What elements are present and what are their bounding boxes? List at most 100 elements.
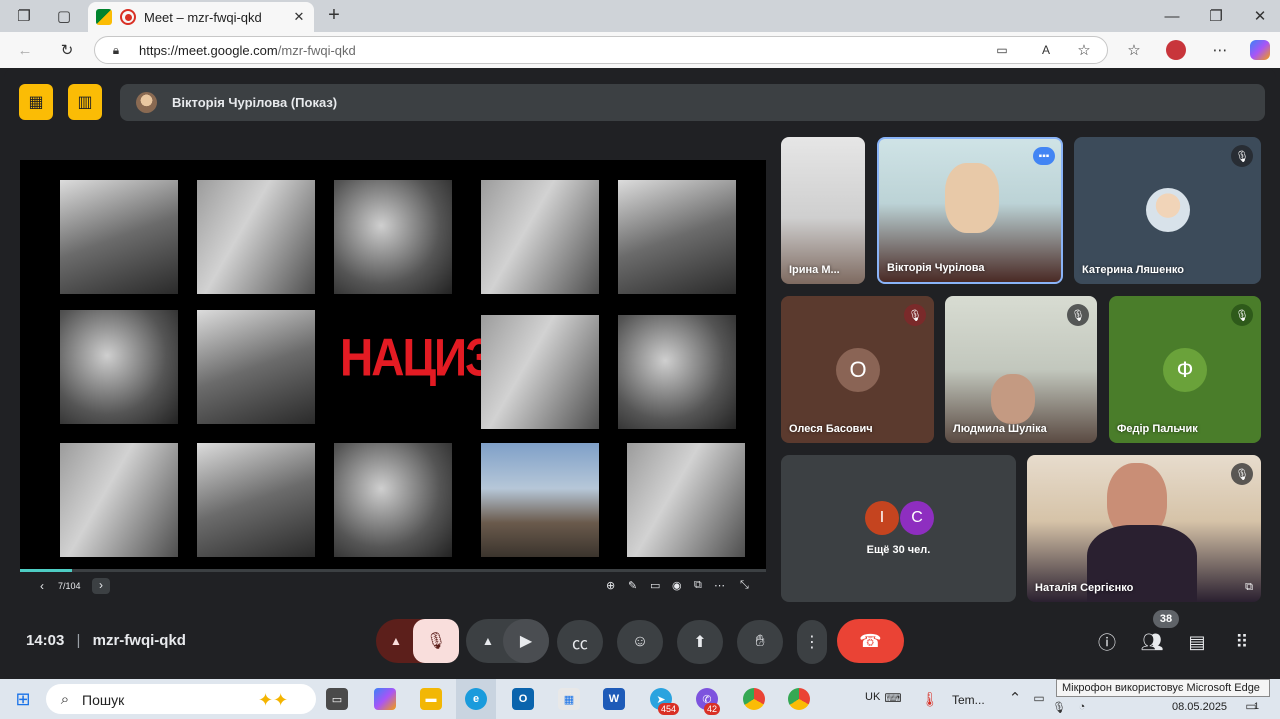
activities-icon[interactable]: ⠿: [1228, 628, 1256, 656]
prev-slide-icon[interactable]: ‹: [40, 579, 44, 593]
slide-progress-track: [20, 569, 766, 572]
notification-count: 1: [1254, 701, 1260, 711]
refresh-icon[interactable]: ↻: [56, 40, 78, 60]
participant-tile[interactable]: 🎙︎ Катерина Ляшенко: [1074, 137, 1261, 284]
participant-name: Вікторія Чурілова: [887, 262, 985, 274]
more-participants-tile[interactable]: I C Ещё 30 чел.: [781, 455, 1016, 602]
mic-off-icon: 🎙︎: [904, 304, 926, 326]
search-placeholder: Пошук: [82, 692, 125, 708]
camera-toggle-button[interactable]: ▶: [503, 619, 549, 663]
cast-icon[interactable]: ◉: [672, 579, 682, 592]
participant-tile[interactable]: 🎙︎ Людмила Шуліка: [945, 296, 1097, 443]
mic-toggle-button[interactable]: 🎙︎: [413, 619, 459, 663]
favorites-icon[interactable]: ☆: [1124, 40, 1144, 60]
participant-face: [991, 374, 1035, 424]
raise-hand-button[interactable]: ✋︎: [737, 620, 783, 664]
task-view-icon[interactable]: ▭: [326, 688, 348, 710]
edge-icon[interactable]: e: [465, 688, 487, 710]
store-icon[interactable]: ▦: [558, 688, 580, 710]
slide-controls: ‹ 7/104 › ⊕ ✎ ▭ ◉ ⧉ ⋯ ⤡: [20, 569, 766, 602]
weather-label[interactable]: Tem...: [952, 693, 985, 707]
more-options-button[interactable]: ⋮: [797, 620, 827, 664]
tray-mic-icon[interactable]: 🎙︎: [1052, 699, 1066, 715]
more-menu-icon[interactable]: ⋯: [1210, 40, 1230, 60]
reactions-button[interactable]: ☺: [617, 620, 663, 664]
layout-icon: ▥: [77, 94, 93, 111]
present-button[interactable]: ⬆: [677, 620, 723, 664]
search-icon: ⌕: [60, 690, 70, 708]
language-indicator[interactable]: UK: [865, 691, 880, 703]
keyboard-icon[interactable]: ⌨: [884, 689, 902, 707]
tab-actions-icon[interactable]: ▢: [54, 6, 74, 26]
read-aloud-icon[interactable]: A: [1037, 42, 1055, 58]
meeting-info-icon[interactable]: ⓘ: [1093, 628, 1121, 656]
windows-start-icon[interactable]: ⊞: [12, 688, 34, 710]
vertical-dots-icon: ⋮: [804, 634, 820, 651]
taskbar-date[interactable]: 08.05.2025: [1172, 701, 1227, 713]
tray-icon[interactable]: ▭: [1030, 689, 1048, 707]
copilot-icon[interactable]: [1250, 40, 1270, 60]
participant-tile[interactable]: ▪▪▪ Вікторія Чурілова: [877, 137, 1063, 284]
presentation-off-icon: ▦: [28, 94, 44, 111]
close-tab-icon[interactable]: ✕: [290, 8, 308, 26]
lock-icon[interactable]: 🔒︎: [109, 42, 123, 58]
minimize-icon[interactable]: —: [1162, 6, 1182, 26]
emoji-icon: ☺: [631, 633, 649, 650]
mic-options-chevron-icon[interactable]: ▲: [386, 631, 406, 651]
annotate-icon[interactable]: ✎: [628, 579, 637, 592]
chat-icon[interactable]: ▤: [1183, 628, 1211, 656]
pin-icon[interactable]: ⧉: [1245, 581, 1253, 594]
word-icon[interactable]: W: [603, 688, 625, 710]
temperature-icon[interactable]: 🌡︎: [921, 688, 939, 710]
camera-icon: ▶: [519, 633, 533, 650]
participant-name: Ірина М...: [789, 264, 840, 276]
layout-button[interactable]: ▥: [68, 84, 102, 120]
outlook-icon[interactable]: O: [512, 688, 534, 710]
captions-icon[interactable]: ▭: [650, 579, 660, 592]
close-window-icon[interactable]: ✕: [1250, 6, 1270, 26]
more-options-icon[interactable]: ⋯: [714, 579, 725, 592]
mic-off-icon: 🎙︎: [1067, 304, 1089, 326]
back-icon[interactable]: ←: [14, 40, 36, 60]
camera-options-chevron-icon[interactable]: ▲: [478, 631, 498, 651]
wifi-icon[interactable]: ◔: [1074, 699, 1090, 715]
slide-photo: [481, 180, 599, 294]
fullscreen-icon[interactable]: ⤡: [740, 579, 749, 592]
participant-name: Людмила Шуліка: [953, 423, 1047, 435]
new-tab-icon[interactable]: +: [324, 4, 344, 26]
camera-in-use-icon[interactable]: ▭: [993, 42, 1011, 58]
camera-control-group: ▲ ▶: [466, 619, 549, 663]
maximize-icon[interactable]: ❐: [1206, 6, 1226, 26]
chrome-icon[interactable]: [743, 688, 765, 710]
chrome-icon-2[interactable]: [788, 688, 810, 710]
footer-divider: |: [76, 632, 81, 649]
url-field[interactable]: 🔒︎ https://meet.google.com/mzr-fwqi-qkd …: [94, 36, 1108, 64]
mic-usage-tooltip: Мікрофон використовує Microsoft Edge: [1056, 679, 1270, 697]
tray-chevron-icon[interactable]: ⌃: [1006, 689, 1024, 707]
leave-call-button[interactable]: ☎︎: [837, 619, 904, 663]
url-host: https://meet.google.com: [139, 43, 278, 58]
next-slide-icon[interactable]: ›: [92, 578, 110, 594]
speaking-indicator-icon: ▪▪▪: [1033, 147, 1055, 165]
participant-tile[interactable]: О 🎙︎ Олеся Басович: [781, 296, 934, 443]
participant-tile[interactable]: 🎙︎ ⧉ Наталія Сергієнко: [1027, 455, 1261, 602]
profile-avatar[interactable]: [1166, 40, 1186, 60]
participant-name: Наталія Сергієнко: [1035, 582, 1134, 594]
pip-icon[interactable]: ⧉: [694, 579, 702, 592]
favorite-star-icon[interactable]: ☆: [1075, 41, 1093, 59]
people-icon[interactable]: 👥︎: [1138, 628, 1166, 656]
captions-button[interactable]: ㏄: [557, 620, 603, 664]
participant-tile[interactable]: Ірина М...: [781, 137, 865, 284]
browser-tab-meet[interactable]: Meet – mzr-fwqi-qkd ✕: [88, 2, 314, 32]
hide-presentation-button[interactable]: ▦: [19, 84, 53, 120]
telegram-badge: 454: [658, 703, 680, 715]
taskbar-search[interactable]: ⌕ Пошук ✦✦: [46, 684, 316, 714]
slide-photo: [627, 443, 745, 557]
zoom-icon[interactable]: ⊕: [606, 579, 615, 592]
file-explorer-icon[interactable]: ▬: [420, 688, 442, 710]
address-bar: ← ↻ 🔒︎ https://meet.google.com/mzr-fwqi-…: [0, 32, 1280, 68]
copilot-app-icon[interactable]: [374, 688, 396, 710]
more-avatar: I: [865, 501, 899, 535]
participant-tile[interactable]: Ф 🎙︎ Федір Пальчик: [1109, 296, 1261, 443]
workspaces-icon[interactable]: ❐: [14, 6, 34, 26]
